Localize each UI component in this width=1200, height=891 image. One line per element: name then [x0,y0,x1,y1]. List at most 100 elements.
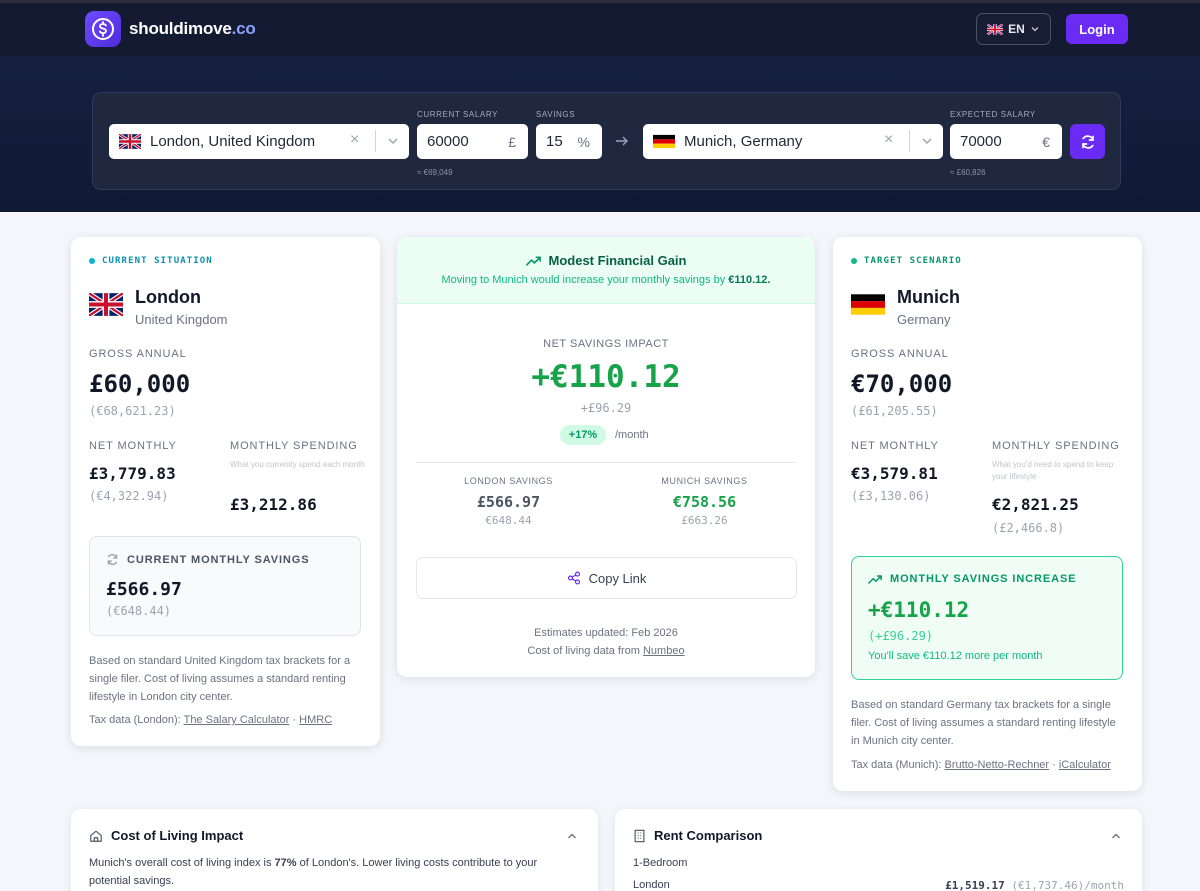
hero-section: London, United Kingdom × CURRENT SALARY … [0,56,1200,212]
status-dot [89,258,95,264]
status-dot [851,258,857,264]
net-impact-alt: +£96.29 [580,401,632,415]
chevron-up-icon[interactable] [1110,830,1122,842]
current-situation-card: CURRENT SITUATION London United Kingdom … [71,237,380,746]
target-city-name: Munich [897,287,960,307]
icalculator-link[interactable]: iCalculator [1059,759,1111,771]
brutto-netto-link[interactable]: Brutto-Netto-Rechner [945,759,1050,771]
expected-salary-value: 70000 [960,133,1002,150]
cost-of-living-text-pre: Munich's overall cost of living index is [89,857,272,869]
uk-flag-icon [987,23,1004,35]
target-country-name: Germany [897,312,951,327]
savings-input[interactable]: 15 % [536,124,602,159]
logo[interactable]: shouldimove.co [85,11,256,47]
cost-of-living-title: Cost of Living Impact [111,828,244,843]
rent-comparison-title: Rent Comparison [654,828,763,843]
refresh-icon [1081,134,1094,149]
uk-flag-icon [89,293,123,316]
target-city-select[interactable]: Munich, Germany × [643,124,943,159]
origin-city-select[interactable]: London, United Kingdom × [109,124,409,159]
london-savings-alt: €648.44 [485,514,532,527]
savings-increase-alt: (+£96.29) [868,629,934,643]
savings-increase-box: MONTHLY SAVINGS INCREASE +€110.12 (+£96.… [851,556,1123,680]
target-net-label: NET MONTHLY [851,440,939,452]
current-net-value: £3,779.83 [89,464,176,483]
current-tag: CURRENT SITUATION [102,256,213,266]
target-tax-prefix: Tax data (Munich): [851,759,942,771]
target-tag: TARGET SCENARIO [864,256,962,266]
current-net-alt: (€4,322.94) [89,489,169,503]
munich-savings-block: MUNICH SAVINGS €758.56 £663.26 [612,476,797,527]
target-spend-label: MONTHLY SPENDING [992,440,1120,452]
chevron-up-icon[interactable] [566,830,578,842]
chevron-down-icon[interactable] [386,134,400,148]
current-country-name: United Kingdom [135,312,228,327]
net-impact-label: NET SAVINGS IMPACT [543,338,669,350]
savings-label: SAVINGS [536,110,576,119]
salary-calculator-link[interactable]: The Salary Calculator [184,714,290,726]
target-city-value: Munich, Germany [684,133,803,150]
language-selector[interactable]: EN [976,13,1051,45]
login-button[interactable]: Login [1066,14,1128,44]
current-tax-prefix: Tax data (London): [89,714,181,726]
savings-increase-value: +€110.12 [868,598,970,622]
cost-of-living-pct: 77% [274,857,297,869]
impact-message-amount: €110.12. [728,274,771,286]
cost-of-living-card: Cost of Living Impact Munich's overall c… [71,809,598,891]
expected-salary-hint: ≈ £60,826 [950,168,986,177]
numbeo-link[interactable]: Numbeo [643,645,685,657]
target-scenario-card: TARGET SCENARIO Munich Germany GROSS ANN… [833,237,1142,791]
target-net-value: €3,579.81 [851,464,938,483]
current-gross-alt: (€68,621.23) [89,404,176,418]
rent-row-alt: (€1,737.46)/month [1011,879,1124,891]
target-gross-value: €70,000 [851,370,953,398]
chevron-down-icon [1031,27,1039,32]
current-city-name: London [135,287,201,307]
current-salary-input[interactable]: 60000 £ [417,124,528,159]
impact-card: Modest Financial Gain Moving to Munich w… [397,237,815,677]
logo-tld: .co [231,19,256,38]
per-month-label: /month [615,429,649,441]
hmrc-link[interactable]: HMRC [299,714,332,726]
current-gross-label: GROSS ANNUAL [89,348,187,360]
london-savings-label: LONDON SAVINGS [464,476,553,486]
target-note: Based on standard Germany tax brackets f… [851,699,1116,747]
home-icon [90,830,102,842]
expected-salary-unit: € [1042,133,1050,150]
language-label: EN [1008,22,1025,36]
estimates-updated: Estimates updated: Feb 2026 [534,627,678,639]
current-savings-box: CURRENT MONTHLY SAVINGS £566.97 (€648.44… [89,536,361,636]
trending-up-icon [868,574,882,584]
current-spend-value: £3,212.86 [230,495,317,514]
copy-link-button[interactable]: Copy Link [416,557,797,599]
germany-flag-icon [851,294,885,315]
current-savings-alt: (€648.44) [106,604,172,618]
expected-salary-input[interactable]: 70000 € [950,124,1062,159]
swap-refresh-button[interactable] [1070,124,1105,159]
tax-separator: · [1052,759,1056,771]
current-salary-hint: ≈ €69,049 [417,168,453,177]
current-salary-unit: £ [508,133,516,150]
building-icon [634,829,645,842]
rent-row-value: £1,519.17 [945,879,1005,891]
clear-origin-icon[interactable]: × [350,131,359,149]
rent-category: 1-Bedroom [633,857,688,869]
current-gross-value: £60,000 [89,370,191,398]
chevron-down-icon[interactable] [920,134,934,148]
target-spend-alt: (£2,466.8) [992,521,1065,535]
current-net-label: NET MONTHLY [89,440,177,452]
current-savings-value: £566.97 [106,579,182,600]
savings-value: 15 [546,133,563,150]
origin-city-value: London, United Kingdom [150,133,316,150]
rent-comparison-card: Rent Comparison 1-Bedroom London £1,519.… [615,809,1142,891]
impact-headline: Modest Financial Gain [548,253,687,268]
current-note: Based on standard United Kingdom tax bra… [89,655,351,703]
rent-row-city: London [633,879,670,891]
clear-target-icon[interactable]: × [884,131,893,149]
target-spend-value: €2,821.25 [992,495,1079,514]
london-savings-value: £566.97 [476,493,541,511]
refresh-icon [107,554,118,565]
current-salary-value: 60000 [427,133,469,150]
munich-savings-label: MUNICH SAVINGS [661,476,748,486]
tax-separator: · [292,714,297,726]
